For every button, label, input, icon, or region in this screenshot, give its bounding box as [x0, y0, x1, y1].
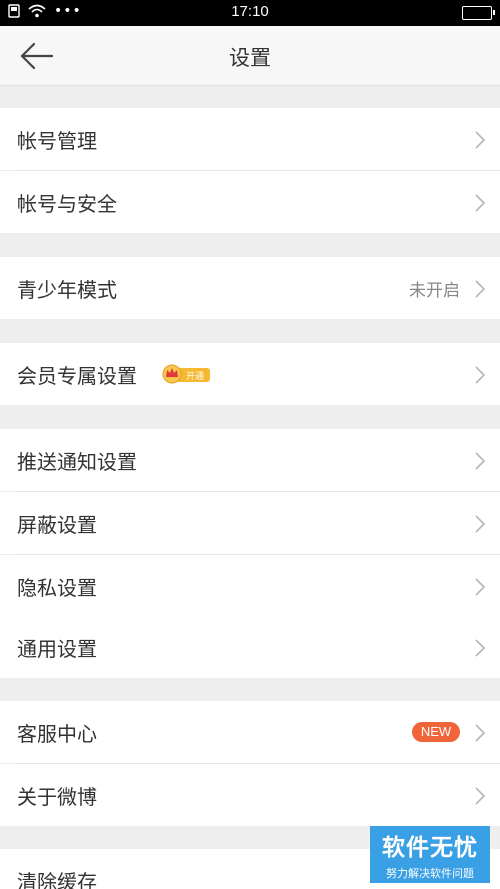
vip-crown-badge: 开通	[162, 364, 210, 384]
settings-item-about[interactable]: 关于微博	[0, 764, 500, 826]
settings-item-label: 帐号管理	[17, 128, 97, 153]
chevron-right-icon	[475, 639, 486, 657]
settings-item-label: 青少年模式	[17, 277, 117, 302]
chevron-right-icon	[475, 452, 486, 470]
chevron-right-icon	[475, 515, 486, 533]
settings-item-label: 会员专属设置	[17, 363, 137, 388]
settings-item-customer-service[interactable]: 客服中心 NEW	[0, 701, 500, 763]
vip-badge-label: 开通	[186, 371, 204, 382]
settings-item-label: 客服中心	[17, 721, 97, 746]
chevron-right-icon	[475, 366, 486, 384]
settings-item-account-security[interactable]: 帐号与安全	[0, 171, 500, 233]
settings-item-block[interactable]: 屏蔽设置	[0, 492, 500, 554]
settings-item-push[interactable]: 推送通知设置	[0, 429, 500, 491]
chevron-right-icon	[475, 578, 486, 596]
chevron-right-icon	[475, 194, 486, 212]
nav-header: 设置	[0, 26, 500, 86]
new-badge: NEW	[412, 722, 460, 742]
settings-item-privacy[interactable]: 隐私设置	[0, 555, 500, 617]
settings-item-youth-mode[interactable]: 青少年模式 未开启	[0, 257, 500, 319]
settings-item-label: 隐私设置	[17, 575, 97, 600]
settings-item-general[interactable]: 通用设置	[0, 616, 500, 678]
settings-item-label: 清除缓存	[17, 870, 97, 889]
watermark-subtitle: 努力解决软件问题	[370, 864, 490, 883]
settings-item-account-management[interactable]: 帐号管理	[0, 108, 500, 170]
page-title: 设置	[229, 46, 271, 70]
settings-item-label: 通用设置	[17, 636, 97, 661]
youth-mode-status: 未开启	[409, 280, 460, 301]
settings-item-vip[interactable]: 会员专属设置 开通	[0, 343, 500, 405]
chevron-right-icon	[475, 280, 486, 298]
watermark-title: 软件无忧	[370, 826, 490, 864]
settings-item-label: 屏蔽设置	[17, 512, 97, 537]
status-bar: ••• 17:10	[0, 0, 500, 26]
settings-item-label: 关于微博	[17, 784, 97, 809]
settings-item-label: 帐号与安全	[17, 191, 117, 216]
chevron-right-icon	[475, 724, 486, 742]
settings-item-label: 推送通知设置	[17, 449, 137, 474]
chevron-right-icon	[475, 131, 486, 149]
battery-icon	[462, 6, 495, 20]
watermark: 软件无忧 努力解决软件问题	[370, 826, 490, 883]
status-time: 17:10	[231, 3, 269, 20]
chevron-right-icon	[475, 787, 486, 805]
